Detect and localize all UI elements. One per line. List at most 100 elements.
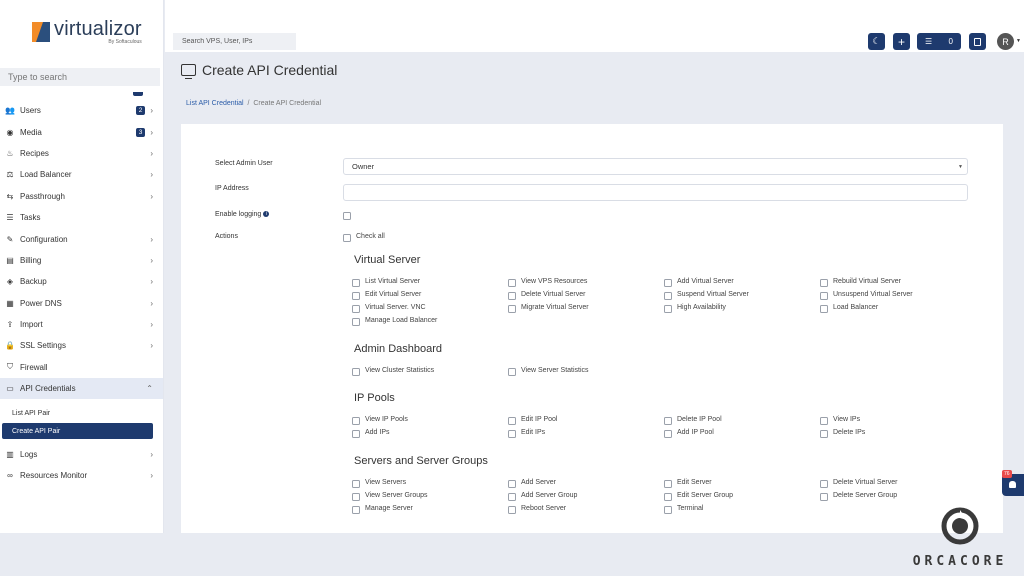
page-title: Create API Credential	[181, 62, 337, 79]
breadcrumb-current: Create API Credential	[253, 100, 322, 107]
avatar[interactable]: R	[997, 33, 1014, 50]
permission-label: Delete Virtual Server	[833, 479, 898, 486]
sidebar-item-passthrough[interactable]: ⇆ Passthrough ›	[0, 186, 163, 207]
permission-checkbox[interactable]	[352, 480, 360, 488]
permission-checkbox[interactable]	[820, 305, 828, 313]
sidebar-item-load-balancer[interactable]: ⚖ Load Balancer ›	[0, 164, 163, 185]
check-all-checkbox[interactable]	[343, 234, 351, 242]
permission-checkbox[interactable]	[508, 292, 516, 300]
permission-checkbox[interactable]	[352, 493, 360, 501]
global-search-input[interactable]	[173, 33, 296, 50]
permission-label: Terminal	[677, 505, 704, 512]
permission-checkbox[interactable]	[508, 368, 516, 376]
permission-checkbox[interactable]	[352, 368, 360, 376]
permission-checkbox[interactable]	[664, 430, 672, 438]
permission-checkbox[interactable]	[664, 417, 672, 425]
form-card: Select Admin User Owner ▼ IP Address Ena…	[181, 124, 1003, 533]
permission-checkbox[interactable]	[508, 493, 516, 501]
permission-checkbox[interactable]	[352, 506, 360, 514]
sidebar-scroll-peek	[0, 92, 163, 100]
sidebar-item-recipes[interactable]: ♨ Recipes ›	[0, 143, 163, 164]
brand-sub: By Softaculous	[108, 39, 142, 45]
submenu-create-api-pair[interactable]: Create API Pair	[2, 423, 153, 440]
sidebar-item-backup[interactable]: ◈ Backup ›	[0, 271, 163, 292]
sidebar-item-tasks[interactable]: ☰ Tasks	[0, 207, 163, 228]
dark-mode-button[interactable]: ☾	[868, 33, 885, 50]
sidebar-item-label: Tasks	[20, 213, 41, 223]
permission-checkbox[interactable]	[508, 305, 516, 313]
info-icon: i	[263, 211, 270, 217]
billing-icon: ▤	[6, 255, 14, 265]
sidebar-item-billing[interactable]: ▤ Billing ›	[0, 250, 163, 271]
permission-checkbox[interactable]	[508, 430, 516, 438]
sidebar-search-input[interactable]	[0, 68, 160, 86]
permission-checkbox[interactable]	[508, 506, 516, 514]
sidebar-item-import[interactable]: ⇪ Import ›	[0, 314, 163, 335]
submenu-list-api-pair[interactable]: List API Pair	[2, 405, 153, 421]
permission-checkbox[interactable]	[664, 292, 672, 300]
tasks-counter-button[interactable]: ☰ 0	[917, 33, 961, 50]
chevron-down-icon[interactable]: ▼	[1016, 38, 1021, 44]
admin-user-select[interactable]: Owner ▼	[343, 158, 968, 175]
book-icon	[974, 37, 981, 46]
permission-checkbox[interactable]	[508, 279, 516, 287]
permission-checkbox[interactable]	[352, 305, 360, 313]
plus-icon: +	[897, 34, 905, 49]
permission-checkbox[interactable]	[508, 480, 516, 488]
permission-checkbox[interactable]	[820, 480, 828, 488]
breadcrumb-sep: /	[247, 100, 250, 107]
sidebar-item-label: SSL Settings	[20, 341, 66, 351]
permission-checkbox[interactable]	[664, 506, 672, 514]
admin-user-label: Select Admin User	[215, 160, 273, 167]
permission-checkbox[interactable]	[352, 430, 360, 438]
permission-checkbox[interactable]	[820, 292, 828, 300]
sidebar-item-resources-monitor[interactable]: ∞ Resources Monitor ›	[0, 465, 163, 486]
brand-logo[interactable]: virtualizor By Softaculous	[0, 0, 163, 64]
sidebar-item-ssl-settings[interactable]: 🔒 SSL Settings ›	[0, 335, 163, 356]
sidebar-item-api-credentials[interactable]: ▭ API Credentials ⌃	[0, 378, 163, 400]
chevron-right-icon: ›	[150, 106, 153, 116]
permission-checkbox[interactable]	[508, 417, 516, 425]
check-all-label: Check all	[356, 233, 385, 240]
permission-label: High Availability	[677, 304, 726, 311]
permission-label: List Virtual Server	[365, 278, 421, 285]
enable-logging-checkbox[interactable]	[343, 212, 351, 220]
notification-button[interactable]: 76	[1002, 470, 1024, 496]
chevron-up-icon: ⌃	[146, 384, 153, 394]
permission-checkbox[interactable]	[352, 318, 360, 326]
permission-checkbox[interactable]	[820, 430, 828, 438]
sidebar-item-configuration[interactable]: ✎ Configuration ›	[0, 228, 163, 249]
brand-name: virtualizor	[54, 18, 142, 40]
permission-checkbox[interactable]	[664, 279, 672, 287]
ip-address-input[interactable]	[343, 184, 968, 201]
permission-checkbox[interactable]	[352, 292, 360, 300]
breadcrumb-link[interactable]: List API Credential	[186, 100, 244, 107]
permission-checkbox[interactable]	[820, 279, 828, 287]
chevron-right-icon: ›	[150, 449, 153, 459]
permission-checkbox[interactable]	[664, 493, 672, 501]
permission-checkbox[interactable]	[820, 417, 828, 425]
sidebar-item-label: API Credentials	[20, 384, 76, 394]
permission-checkbox[interactable]	[352, 279, 360, 287]
sidebar-item-users[interactable]: 👥 Users 2 ›	[0, 100, 163, 121]
chevron-right-icon: ›	[150, 277, 153, 287]
permission-checkbox[interactable]	[820, 493, 828, 501]
docs-button[interactable]	[969, 33, 986, 50]
sidebar-item-media[interactable]: ◉ Media 3 ›	[0, 121, 163, 142]
permission-checkbox[interactable]	[352, 417, 360, 425]
sidebar: virtualizor By Softaculous 👥 Users 2 › ◉ Medi…	[0, 0, 164, 533]
permission-label: Rebuild Virtual Server	[833, 278, 901, 285]
permission-checkbox[interactable]	[664, 305, 672, 313]
add-button[interactable]: +	[893, 33, 910, 50]
sidebar-item-power-dns[interactable]: ▦ Power DNS ›	[0, 293, 163, 314]
permission-label: Add IP Pool	[677, 429, 714, 436]
permission-checkbox[interactable]	[664, 480, 672, 488]
permission-label: Edit Server	[677, 479, 712, 486]
sidebar-item-firewall[interactable]: ⛉ Firewall	[0, 357, 163, 378]
permission-label: Edit IP Pool	[521, 416, 558, 423]
sidebar-item-label: Import	[20, 320, 43, 330]
sidebar-item-logs[interactable]: ▥ Logs ›	[0, 443, 163, 464]
permission-label: Edit Server Group	[677, 492, 734, 499]
permission-label: View Server Groups	[365, 492, 428, 499]
count-badge: 2	[135, 106, 146, 116]
